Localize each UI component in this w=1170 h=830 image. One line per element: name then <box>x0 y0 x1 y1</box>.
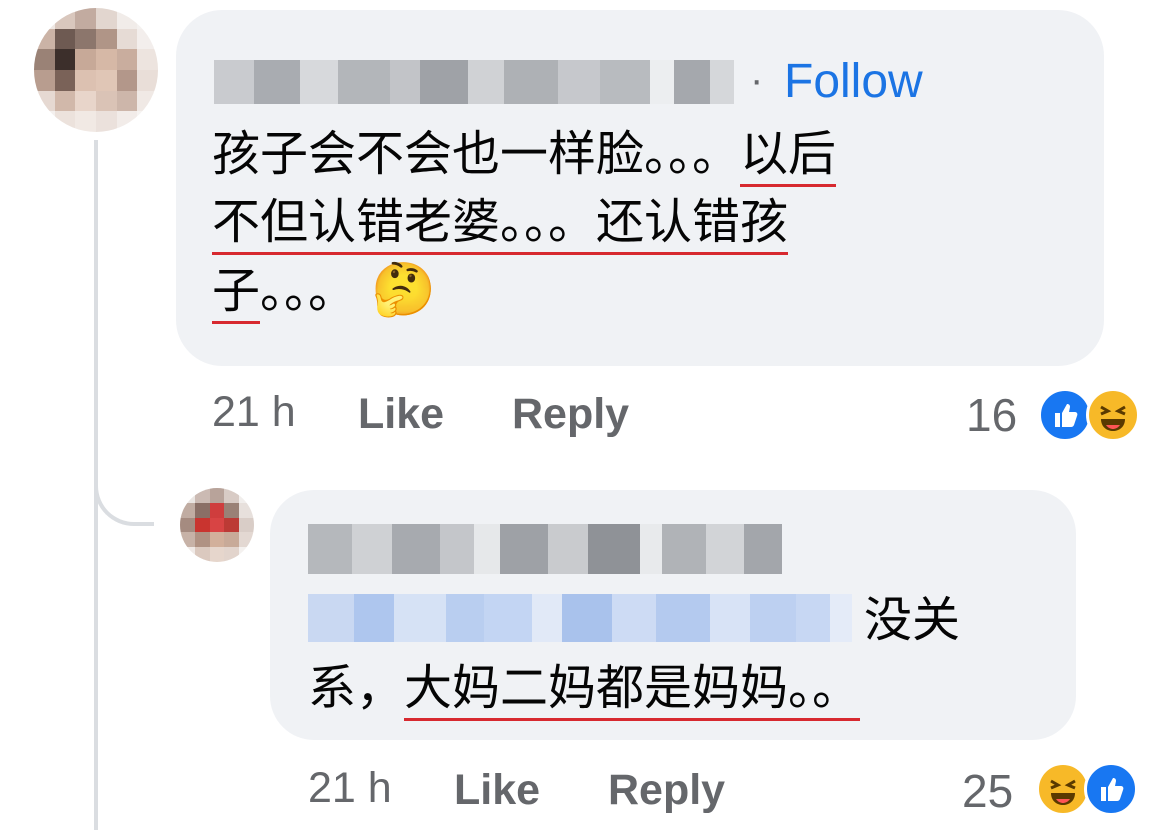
like-icon <box>1038 388 1092 442</box>
underlined-phrase: 不但认错老婆。。。还认错孩 <box>212 194 789 255</box>
reply-text-line-1: 没关 <box>864 592 961 648</box>
like-button[interactable]: Like <box>454 766 540 815</box>
haha-icon <box>1086 388 1140 442</box>
thread-connector <box>94 470 154 526</box>
underlined-phrase: 子 <box>212 263 261 324</box>
avatar[interactable] <box>34 8 158 132</box>
author-name[interactable] <box>214 60 734 104</box>
underlined-phrase: 大妈二妈都是妈妈。。 <box>404 660 861 721</box>
comment-text: 孩子会不会也一样脸。。。以后 不但认错老婆。。。还认错孩 子。。。 🤔 <box>212 120 1092 325</box>
timestamp[interactable]: 21 h <box>212 388 296 437</box>
follow-separator: · <box>750 58 764 102</box>
reply-button[interactable]: Reply <box>512 390 629 439</box>
comment-text-line-1: 孩子会不会也一样脸。。。以后 <box>212 120 1092 188</box>
like-icon <box>1084 762 1138 816</box>
reply-text-line-2: 系，大妈二妈都是妈妈。。 <box>308 654 861 722</box>
author-name[interactable] <box>308 524 782 574</box>
comment-text-line-2: 不但认错老婆。。。还认错孩 <box>212 188 1092 256</box>
underlined-phrase: 以后 <box>740 126 837 187</box>
follow-button[interactable]: Follow <box>784 54 923 109</box>
comment-text-line-3: 子。。。 🤔 <box>212 256 1092 325</box>
reply-button[interactable]: Reply <box>608 766 725 815</box>
thinking-face-emoji: 🤔 <box>371 260 437 320</box>
like-button[interactable]: Like <box>358 390 444 439</box>
reaction-count[interactable]: 25 <box>962 764 1013 818</box>
timestamp[interactable]: 21 h <box>308 764 392 813</box>
haha-icon <box>1036 762 1090 816</box>
reaction-count[interactable]: 16 <box>966 388 1017 442</box>
mention-link[interactable] <box>308 594 852 642</box>
avatar[interactable] <box>180 488 254 562</box>
